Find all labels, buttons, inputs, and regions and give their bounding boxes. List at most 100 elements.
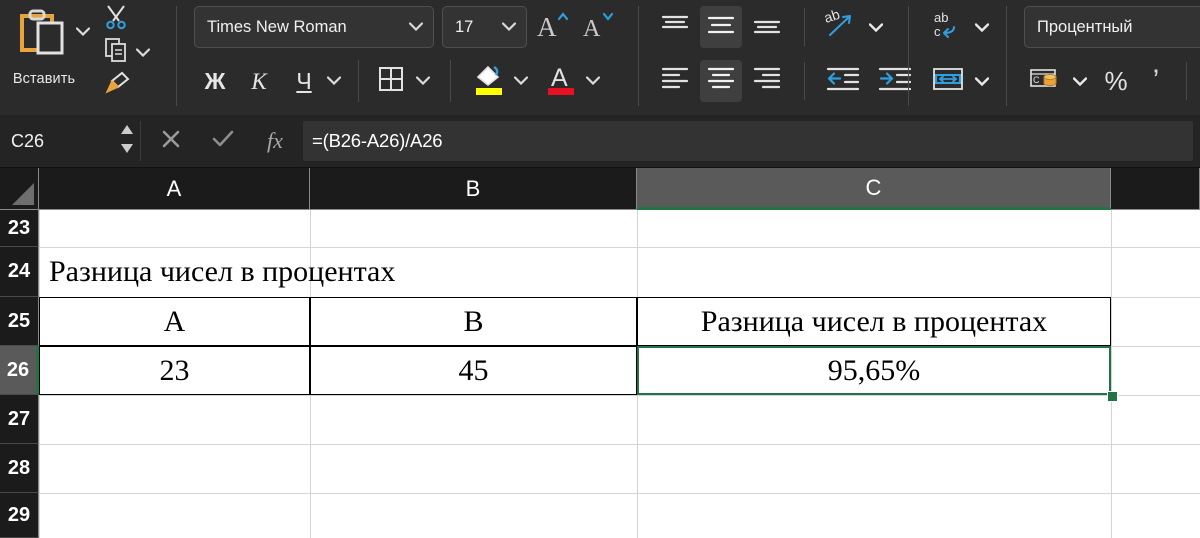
paste-icon [16, 6, 72, 67]
formula-input[interactable]: =(B26-A26)/A26 [303, 121, 1193, 161]
wrap-text-dropdown-button[interactable] [972, 18, 992, 36]
underline-dropdown-button[interactable] [325, 72, 343, 88]
borders-dropdown-button[interactable] [414, 72, 432, 88]
column-header-next[interactable] [1111, 168, 1200, 210]
row-header-label: 24 [7, 260, 31, 282]
row-header-26[interactable]: 26 [0, 346, 39, 395]
align-bottom-button[interactable] [746, 6, 788, 48]
cut-button[interactable] [100, 4, 132, 34]
cell-B26[interactable]: 45 [310, 346, 637, 395]
paste-dropdown-button[interactable] [74, 22, 92, 40]
confirm-icon [210, 127, 236, 156]
cell-A26[interactable]: 23 [39, 346, 310, 395]
cell-B25[interactable]: B [310, 297, 637, 346]
svg-text:C: C [1033, 75, 1040, 85]
align-center-button[interactable] [700, 60, 742, 102]
comma-style-label: ’ [1152, 64, 1160, 97]
column-header-A[interactable]: A [39, 168, 310, 210]
align-middle-button[interactable] [700, 6, 742, 48]
decrease-indent-button[interactable] [820, 60, 866, 102]
cell-C25[interactable]: Разница чисел в процентах [637, 297, 1111, 346]
chevron-down-icon [501, 18, 526, 36]
decrease-font-size-button[interactable]: A [580, 8, 620, 46]
increase-font-size-button[interactable]: A [534, 8, 574, 46]
row-header-28[interactable]: 28 [0, 444, 39, 493]
ribbon-separator [804, 62, 805, 100]
name-box[interactable]: C26 [0, 115, 140, 167]
name-box-spinner[interactable] [114, 115, 140, 167]
column-header-C[interactable]: C [637, 168, 1111, 210]
underline-button[interactable]: Ч [285, 62, 323, 100]
fill-color-button[interactable] [468, 60, 510, 102]
cancel-entry-button[interactable] [148, 115, 194, 167]
font-name-combo[interactable]: Times New Roman [194, 6, 434, 48]
chevron-down-icon [975, 22, 989, 32]
align-top-icon [660, 12, 690, 43]
align-left-icon [660, 65, 690, 98]
font-color-button[interactable]: A [540, 60, 582, 102]
merge-and-center-icon [931, 65, 965, 98]
percent-style-button[interactable]: % [1098, 62, 1134, 100]
svg-text:A: A [537, 12, 557, 41]
align-left-button[interactable] [654, 60, 696, 102]
font-size-combo[interactable]: 17 [442, 6, 527, 48]
copy-icon [103, 37, 129, 68]
select-all-button[interactable] [0, 168, 39, 210]
accounting-format-dropdown-button[interactable] [1070, 72, 1090, 90]
chevron-down-icon [975, 76, 989, 86]
gridline-horizontal [39, 493, 1200, 494]
row-header-23[interactable]: 23 [0, 210, 39, 247]
fill-handle[interactable] [1107, 391, 1118, 402]
merge-dropdown-button[interactable] [972, 72, 992, 90]
comma-style-button[interactable]: ’ [1140, 62, 1172, 100]
cell-text: Разница чисел в процентах [49, 255, 396, 288]
row-header-label: 27 [7, 407, 31, 430]
column-header-label: A [166, 175, 182, 201]
font-color-dropdown-button[interactable] [584, 72, 602, 88]
cancel-icon [159, 127, 183, 156]
confirm-entry-button[interactable] [200, 115, 246, 167]
borders-icon [377, 65, 405, 98]
increase-indent-button[interactable] [872, 60, 918, 102]
number-format-combo[interactable]: Процентный [1024, 6, 1200, 48]
text-orientation-dropdown-button[interactable] [866, 18, 886, 36]
cell-A24[interactable]: Разница чисел в процентах [39, 247, 870, 297]
paste-button[interactable]: Вставить [8, 6, 80, 90]
formula-input-value: =(B26-A26)/A26 [312, 130, 443, 151]
copy-button[interactable] [100, 37, 132, 67]
cell-C26[interactable]: 95,65% [637, 346, 1111, 395]
spreadsheet-grid: A B C 23 24 25 26 27 28 29 Разница чисел в проце… [0, 168, 1200, 538]
row-header-25[interactable]: 25 [0, 297, 39, 346]
align-top-button[interactable] [654, 6, 696, 48]
svg-text:A: A [583, 16, 601, 41]
svg-text:ab: ab [824, 9, 842, 26]
wrap-text-button[interactable]: ab c [926, 6, 970, 48]
format-painter-icon [103, 70, 131, 103]
align-right-button[interactable] [746, 60, 788, 102]
italic-button[interactable]: К [240, 62, 278, 100]
accounting-number-format-icon: C [1029, 66, 1061, 97]
bold-button[interactable]: Ж [196, 62, 234, 100]
font-size-value: 17 [455, 17, 474, 36]
row-header-label: 29 [7, 503, 31, 526]
row-header-24[interactable]: 24 [0, 247, 39, 297]
svg-text:c: c [934, 24, 941, 39]
borders-button[interactable] [372, 62, 410, 100]
insert-function-button[interactable]: fx [252, 115, 298, 167]
merge-and-center-button[interactable] [926, 60, 970, 102]
text-orientation-button[interactable]: ab [820, 5, 862, 48]
column-header-B[interactable]: B [310, 168, 637, 210]
format-painter-button[interactable] [100, 70, 134, 102]
row-header-29[interactable]: 29 [0, 493, 39, 538]
accounting-number-format-button[interactable]: C [1024, 62, 1066, 100]
gridline-vertical [1111, 210, 1112, 538]
fill-color-dropdown-button[interactable] [512, 72, 530, 88]
row-header-27[interactable]: 27 [0, 395, 39, 444]
spreadsheet-app: Вставить Times New Roman 17 A A Ж К Ч A … [0, 0, 1200, 538]
cell-A25[interactable]: A [39, 297, 310, 346]
copy-dropdown-button[interactable] [134, 44, 152, 60]
cell-text: Разница чисел в процентах [700, 304, 1048, 338]
ribbon-separator [638, 6, 639, 106]
scissors-icon [103, 4, 129, 35]
ribbon-separator [804, 8, 805, 46]
